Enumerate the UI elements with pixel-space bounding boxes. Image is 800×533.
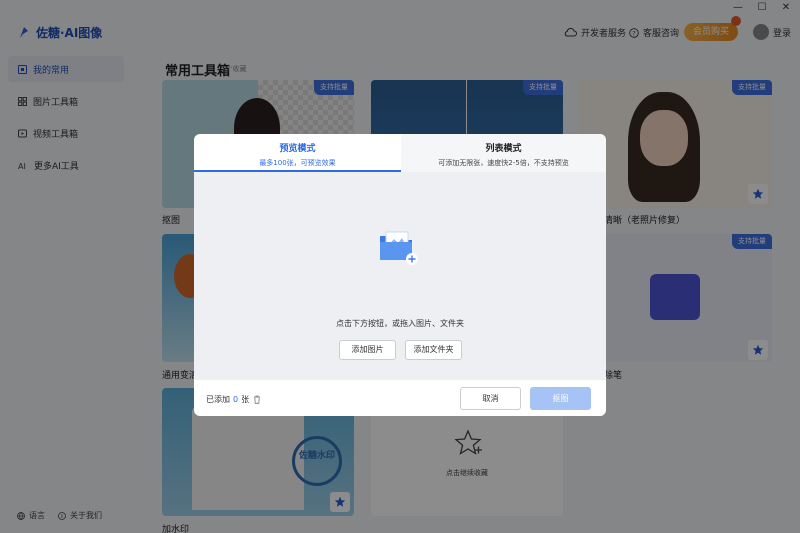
add-folder-button[interactable]: 添加文件夹 xyxy=(405,340,462,360)
add-image-button[interactable]: 添加图片 xyxy=(339,340,396,360)
drop-hint: 点击下方按钮，或拖入图片、文件夹 xyxy=(336,319,464,328)
cancel-button[interactable]: 取消 xyxy=(460,387,521,410)
tab-list-mode[interactable]: 列表模式 可添加无限张，速度快2-5倍，不支持预览 xyxy=(401,134,606,172)
trash-icon[interactable] xyxy=(253,395,261,404)
added-count: 已添加 0 张 xyxy=(206,394,261,405)
upload-dialog: 预览模式 最多100张，可预览效果 列表模式 可添加无限张，速度快2-5倍，不支… xyxy=(194,134,606,416)
tab-preview-mode[interactable]: 预览模式 最多100张，可预览效果 xyxy=(194,134,401,172)
file-drop-zone[interactable]: 点击下方按钮，或拖入图片、文件夹 添加图片 添加文件夹 xyxy=(194,172,606,380)
start-cutout-button[interactable]: 抠图 xyxy=(530,387,591,410)
folder-image-icon xyxy=(380,231,418,265)
